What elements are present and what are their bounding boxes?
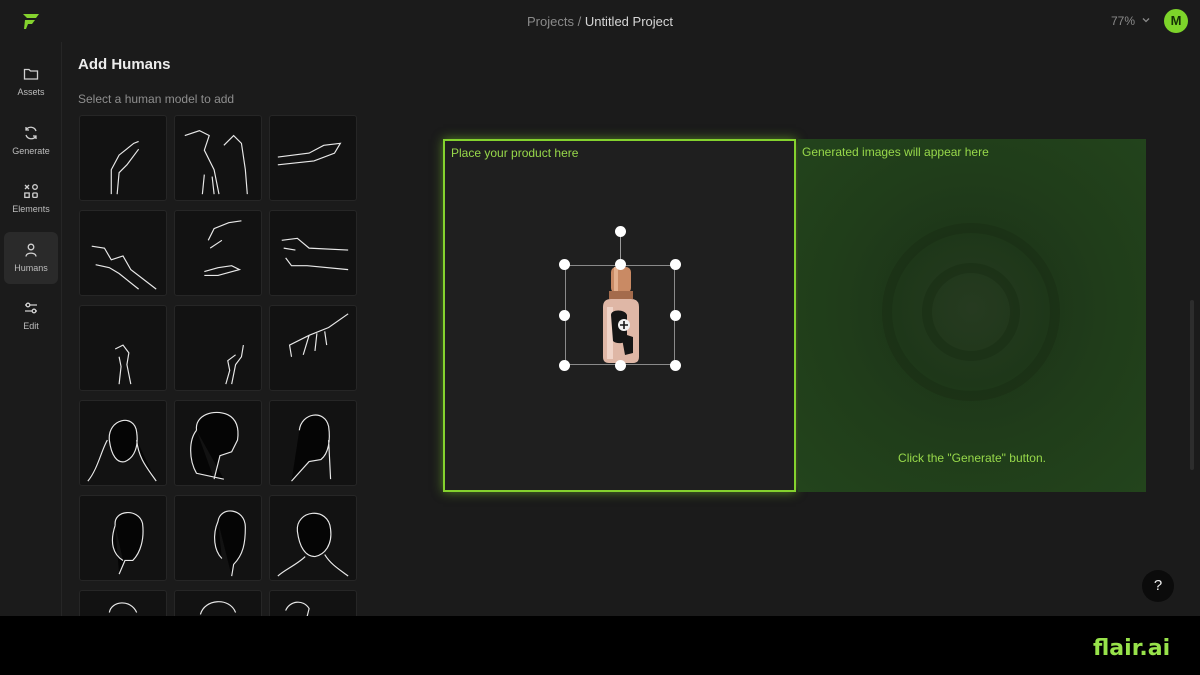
head-partial-1-image [108,602,138,613]
chevron-down-icon[interactable] [1141,15,1151,25]
human-model-thumb[interactable] [174,400,262,486]
human-model-thumb[interactable] [79,400,167,486]
rotate-handle[interactable] [615,226,626,237]
face-side-image [291,414,332,482]
avatar[interactable]: M [1164,9,1188,33]
human-model-thumb[interactable] [79,210,167,296]
hand-spread-image [288,313,349,357]
head-turned-image [214,510,246,577]
sidebar-item-label: Generate [12,146,50,156]
hand-small-right-image [225,344,244,385]
human-model-thumb[interactable] [174,115,262,201]
sidebar-item-label: Elements [12,204,50,214]
resize-handle-bl[interactable] [559,360,570,371]
elements-icon [24,184,38,199]
panel-title: Add Humans [78,56,171,73]
resize-handle-l[interactable] [559,310,570,321]
humans-panel: Add Humans Select a human model to add [62,42,368,616]
head-front-image [111,512,144,575]
product-bottle-image[interactable] [599,263,643,365]
generated-images-frame: Generated images will appear here Click … [798,139,1146,492]
human-model-thumb[interactable] [174,210,262,296]
head-bust-image [277,512,349,577]
sliders-icon [25,302,37,314]
sidebar-item-edit[interactable]: Edit [4,290,58,342]
breadcrumb-projects-link[interactable]: Projects [527,14,574,29]
refresh-icon [25,126,37,140]
sidebar-item-assets[interactable]: Assets [4,56,58,108]
face-front-image [87,419,157,482]
resize-handle-b[interactable] [615,360,626,371]
hand-pinch-image [91,245,157,290]
product-frame[interactable]: Place your product here [443,139,796,492]
human-model-thumb[interactable] [79,590,167,616]
breadcrumb: Projects / Untitled Project [0,14,1200,29]
resize-handle-r[interactable] [670,310,681,321]
hand-small-left-image [114,344,132,385]
resize-handle-tl[interactable] [559,259,570,270]
product-frame-label: Place your product here [451,146,579,160]
head-partial-2-image [199,601,237,615]
sidebar-item-label: Humans [14,263,48,273]
human-model-thumb[interactable] [269,590,357,616]
sidebar-item-humans[interactable]: Humans [4,232,58,284]
help-button[interactable]: ? [1142,570,1174,602]
loading-ring [922,263,1020,361]
human-model-thumb[interactable] [269,210,357,296]
generated-frame-label: Generated images will appear here [802,145,989,159]
sidebar-item-label: Assets [17,87,45,97]
human-model-thumb[interactable] [174,590,262,616]
zoom-level[interactable]: 77% [1111,14,1135,28]
app-window: Projects / Untitled Project 77% M Assets… [0,0,1200,616]
head-partial-3-image [285,601,310,616]
brand-watermark: flair.ai [1093,636,1171,661]
project-name[interactable]: Untitled Project [585,14,673,29]
canvas-scrollbar[interactable] [1190,300,1194,470]
human-model-thumb[interactable] [269,495,357,581]
hand-flat-image [277,142,342,166]
sidebar-item-generate[interactable]: Generate [4,115,58,167]
resize-handle-br[interactable] [670,360,681,371]
hands-reaching-image [184,130,248,195]
human-model-thumb[interactable] [79,115,167,201]
human-model-thumb[interactable] [269,115,357,201]
human-model-thumb[interactable] [79,495,167,581]
resize-handle-tr[interactable] [670,259,681,270]
person-icon [25,243,37,257]
folder-icon [23,68,39,80]
human-model-thumb[interactable] [269,305,357,391]
human-model-thumb[interactable] [174,495,262,581]
resize-handle-t[interactable] [615,259,626,270]
selection-box[interactable] [565,265,675,365]
hands-two-image [204,220,242,277]
human-model-thumb[interactable] [79,305,167,391]
sidebar: Assets Generate Elements Humans Edit [0,42,62,616]
human-model-thumb[interactable] [174,305,262,391]
panel-subtitle: Select a human model to add [78,92,235,106]
hand-raised-image [110,140,140,195]
face-profile-up-image [190,411,239,480]
sidebar-item-label: Edit [23,321,39,331]
hand-point-image [281,237,349,271]
breadcrumb-separator: / [573,14,585,29]
human-model-thumb[interactable] [269,400,357,486]
generate-hint: Click the "Generate" button. [898,451,1046,465]
top-bar: Projects / Untitled Project 77% M [0,0,1200,42]
sidebar-item-elements[interactable]: Elements [4,173,58,225]
